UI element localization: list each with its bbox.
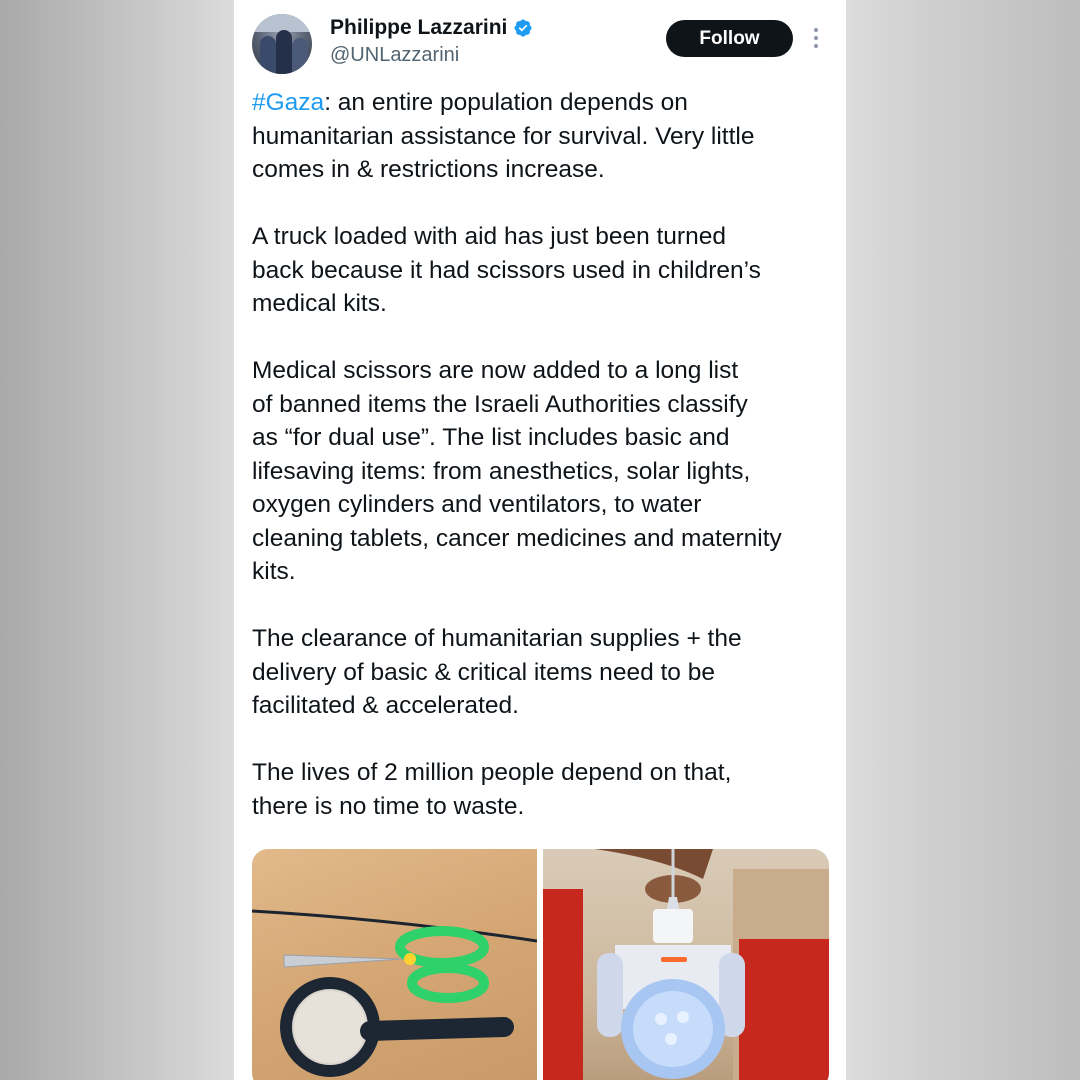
tweet-card: Philippe Lazzarini @UNLazzarini Follow #… (234, 0, 846, 1080)
hashtag-link[interactable]: #Gaza (252, 89, 324, 116)
more-vertical-icon[interactable] (808, 26, 824, 52)
tweet-paragraph-1-text: : an entire population depends on humani… (252, 89, 755, 183)
follow-button[interactable]: Follow (666, 20, 793, 57)
solar-lamp-illustration (543, 849, 829, 1080)
scissors-and-magnifier-illustration (252, 909, 537, 1077)
avatar[interactable] (252, 14, 312, 74)
tweet-text: #Gaza: an entire population depends on h… (252, 86, 842, 857)
tweet-paragraph-4: The clearance of humanitarian supplies +… (252, 625, 742, 719)
tweet-paragraph-2: A truck loaded with aid has just been tu… (252, 223, 761, 317)
media-grid (252, 849, 829, 1080)
author-handle[interactable]: @UNLazzarini (330, 44, 459, 67)
tweet-paragraph-3: Medical scissors are now added to a long… (252, 357, 782, 585)
tweet-paragraph-1: #Gaza: an entire population depends on h… (252, 86, 842, 187)
scissors-and-magnifier-photo[interactable] (252, 849, 537, 1080)
solar-lamp-photo[interactable] (543, 849, 829, 1080)
author-name-row[interactable]: Philippe Lazzarini (330, 16, 533, 40)
tweet-paragraph-5: The lives of 2 million people depend on … (252, 759, 732, 820)
verified-badge-icon (514, 19, 532, 37)
author-name[interactable]: Philippe Lazzarini (330, 16, 507, 40)
